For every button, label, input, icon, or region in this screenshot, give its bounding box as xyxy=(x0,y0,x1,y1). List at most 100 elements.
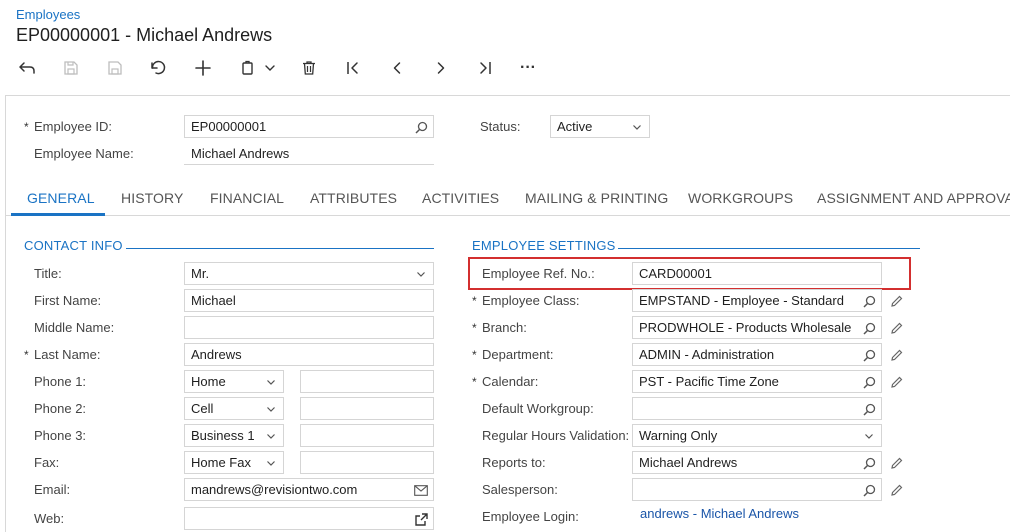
title-select[interactable]: Mr. xyxy=(184,262,434,285)
required-marker: * xyxy=(24,120,29,134)
next-button[interactable] xyxy=(428,54,454,82)
search-icon[interactable] xyxy=(862,348,876,362)
back-button[interactable] xyxy=(14,54,40,82)
undo-icon xyxy=(151,60,166,75)
tab-history[interactable]: HISTORY xyxy=(121,190,183,206)
employee-name-value: Michael Andrews xyxy=(191,146,290,161)
chevron-down-icon xyxy=(264,402,278,416)
salesperson-field[interactable] xyxy=(632,478,882,501)
employee-class-field[interactable]: EMPSTAND - Employee - Standard xyxy=(632,289,882,312)
more-button[interactable]: ··· xyxy=(515,54,541,82)
tab-bar: GENERAL HISTORY FINANCIAL ATTRIBUTES ACT… xyxy=(5,178,1010,216)
phone1-field[interactable] xyxy=(300,370,434,393)
page-title: EP00000001 - Michael Andrews xyxy=(16,25,273,45)
phone1-type-select[interactable]: Home xyxy=(184,370,284,393)
search-icon[interactable] xyxy=(862,294,876,308)
employee-class-value: EMPSTAND - Employee - Standard xyxy=(639,293,844,308)
employee-settings-title: EMPLOYEE SETTINGS xyxy=(472,238,616,253)
previous-icon xyxy=(393,62,401,74)
last-name-label: Last Name: xyxy=(34,347,101,362)
employee-id-label: Employee ID: xyxy=(34,119,113,134)
employee-login-label: Employee Login: xyxy=(482,509,579,524)
first-name-field[interactable]: Michael xyxy=(184,289,434,312)
employee-class-label: Employee Class: xyxy=(482,293,580,308)
toolbar: ··· xyxy=(0,54,1010,82)
edit-icon[interactable] xyxy=(890,348,904,362)
middle-name-label: Middle Name: xyxy=(34,320,115,335)
branch-field[interactable]: PRODWHOLE - Products Wholesale xyxy=(632,316,882,339)
calendar-label: Calendar: xyxy=(482,374,539,389)
last-button[interactable] xyxy=(472,54,498,82)
search-icon[interactable] xyxy=(862,375,876,389)
tab-mailing-printing[interactable]: MAILING & PRINTING xyxy=(525,190,668,206)
phone3-label: Phone 3: xyxy=(34,428,87,443)
last-name-field[interactable]: Andrews xyxy=(184,343,434,366)
employee-ref-no-field[interactable]: CARD00001 xyxy=(632,262,882,285)
required-marker: * xyxy=(472,321,477,335)
edit-icon[interactable] xyxy=(890,294,904,308)
reports-to-field[interactable]: Michael Andrews xyxy=(632,451,882,474)
search-icon[interactable] xyxy=(862,402,876,416)
tab-general[interactable]: GENERAL xyxy=(27,190,95,206)
search-icon[interactable] xyxy=(862,321,876,335)
copy-paste-icon xyxy=(242,60,253,75)
edit-icon[interactable] xyxy=(890,483,904,497)
web-field[interactable] xyxy=(184,507,434,530)
mail-icon[interactable] xyxy=(414,483,428,497)
calendar-field[interactable]: PST - Pacific Time Zone xyxy=(632,370,882,393)
save-icon xyxy=(108,61,122,75)
employee-ref-no-label: Employee Ref. No.: xyxy=(482,266,595,281)
phone3-type-select[interactable]: Business 1 xyxy=(184,424,284,447)
middle-name-field[interactable] xyxy=(184,316,434,339)
tab-financial[interactable]: FINANCIAL xyxy=(210,190,284,206)
phone3-field[interactable] xyxy=(300,424,434,447)
salesperson-label: Salesperson: xyxy=(482,482,558,497)
delete-button[interactable] xyxy=(296,54,322,82)
edit-icon[interactable] xyxy=(890,456,904,470)
chevron-down-icon xyxy=(414,267,428,281)
required-marker: * xyxy=(472,294,477,308)
email-value: mandrews@revisiontwo.com xyxy=(191,482,358,497)
tab-assignment-approval-maps[interactable]: ASSIGNMENT AND APPROVAL MAPS xyxy=(817,190,1010,206)
department-field[interactable]: ADMIN - Administration xyxy=(632,343,882,366)
chevron-down-icon xyxy=(630,120,644,134)
default-workgroup-field[interactable] xyxy=(632,397,882,420)
chevron-down-icon xyxy=(264,429,278,443)
save-button[interactable] xyxy=(102,54,128,82)
employee-ref-no-value: CARD00001 xyxy=(639,266,712,281)
chevron-down-icon xyxy=(264,456,278,470)
employee-name-label: Employee Name: xyxy=(34,146,134,161)
edit-icon[interactable] xyxy=(890,321,904,335)
tab-attributes[interactable]: ATTRIBUTES xyxy=(310,190,397,206)
phone2-field[interactable] xyxy=(300,397,434,420)
tab-activities[interactable]: ACTIVITIES xyxy=(422,190,499,206)
fax-type-select[interactable]: Home Fax xyxy=(184,451,284,474)
previous-button[interactable] xyxy=(384,54,410,82)
search-icon[interactable] xyxy=(414,120,428,134)
employee-id-value: EP00000001 xyxy=(191,119,267,134)
search-icon[interactable] xyxy=(862,483,876,497)
add-button[interactable] xyxy=(190,54,216,82)
status-select[interactable]: Active xyxy=(550,115,650,138)
employee-id-field[interactable]: EP00000001 xyxy=(184,115,434,138)
phone2-type-select[interactable]: Cell xyxy=(184,397,284,420)
employee-login-link[interactable]: andrews - Michael Andrews xyxy=(640,506,799,521)
fax-field[interactable] xyxy=(300,451,434,474)
tab-workgroups[interactable]: WORKGROUPS xyxy=(688,190,793,206)
email-field[interactable]: mandrews@revisiontwo.com xyxy=(184,478,434,501)
first-button[interactable] xyxy=(340,54,366,82)
save-close-button[interactable] xyxy=(58,54,84,82)
chevron-down-icon xyxy=(862,429,876,443)
hours-validation-select[interactable]: Warning Only xyxy=(632,424,882,447)
hours-validation-label: Regular Hours Validation: xyxy=(482,428,630,443)
add-icon xyxy=(195,60,211,76)
copy-paste-button[interactable] xyxy=(234,54,282,82)
external-link-icon[interactable] xyxy=(414,512,428,526)
section-rule xyxy=(618,248,920,249)
breadcrumb[interactable]: Employees xyxy=(16,7,80,22)
next-icon xyxy=(437,62,445,74)
undo-button[interactable] xyxy=(145,54,171,82)
search-icon[interactable] xyxy=(862,456,876,470)
edit-icon[interactable] xyxy=(890,375,904,389)
title-label: Title: xyxy=(34,266,62,281)
